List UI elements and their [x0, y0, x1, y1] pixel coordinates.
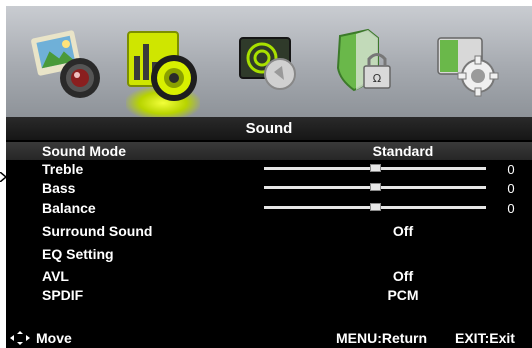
menu-item-value: Standard: [372, 143, 434, 159]
bass-slider[interactable]: [264, 183, 486, 191]
slider-value: 0: [507, 162, 515, 177]
exit-hint: EXIT:Exit: [455, 330, 515, 346]
menu-item-eq-setting[interactable]: EQ Setting: [6, 245, 532, 263]
slider-value: 0: [507, 201, 515, 216]
tab-channel[interactable]: [222, 16, 312, 111]
tab-lock[interactable]: Ω: [320, 16, 410, 111]
slider-knob[interactable]: [370, 203, 381, 211]
slider-value: 0: [507, 181, 515, 196]
menu-item-label: EQ Setting: [42, 246, 114, 262]
treble-slider[interactable]: [264, 164, 486, 172]
menu-item-surround-sound[interactable]: Surround Sound Off: [6, 222, 532, 240]
slider-knob[interactable]: [370, 183, 381, 191]
menu-title: Sound: [245, 120, 293, 137]
lock-icon: Ω: [336, 28, 391, 92]
menu-item-label: Treble: [42, 161, 84, 177]
menu-item-value: Off: [392, 268, 414, 284]
balance-slider[interactable]: [264, 203, 486, 211]
channel-icon: [239, 37, 296, 90]
menu-item-value: Off: [392, 223, 414, 239]
menu-item-label: SPDIF: [42, 287, 84, 303]
sound-icon: [127, 31, 197, 101]
setup-icon: [437, 37, 499, 97]
tv-osd-menu: Ω Sound Sound Mode Standard Treble 0 Bas…: [6, 6, 532, 348]
menu-item-balance[interactable]: Balance 0: [6, 199, 532, 217]
menu-item-spdif[interactable]: SPDIF PCM: [6, 286, 532, 304]
svg-text:Ω: Ω: [373, 72, 381, 85]
menu-item-treble[interactable]: Treble 0: [6, 160, 532, 178]
tab-sound[interactable]: [118, 16, 208, 120]
move-hint: Move: [36, 330, 72, 346]
menu-item-label: Balance: [42, 200, 96, 216]
menu-return-hint: MENU:Return: [336, 330, 427, 346]
menu-item-value: PCM: [387, 287, 419, 303]
menu-item-avl[interactable]: AVL Off: [6, 267, 532, 285]
menu-tab-bar: Ω: [6, 6, 532, 120]
menu-item-label: AVL: [42, 268, 69, 284]
menu-title-bar: Sound: [6, 117, 532, 140]
tab-setup[interactable]: [420, 16, 510, 111]
menu-footer: Move MENU:Return EXIT:Exit: [6, 328, 532, 348]
menu-item-label: Surround Sound: [42, 223, 153, 239]
navigation-arrows-icon: [10, 331, 30, 345]
menu-item-sound-mode[interactable]: Sound Mode Standard: [6, 142, 532, 160]
picture-icon: [31, 30, 100, 98]
menu-item-bass[interactable]: Bass 0: [6, 179, 532, 197]
tab-picture[interactable]: [22, 16, 112, 111]
slider-knob[interactable]: [370, 164, 381, 172]
menu-item-label: Bass: [42, 180, 76, 196]
menu-item-label: Sound Mode: [42, 143, 126, 159]
